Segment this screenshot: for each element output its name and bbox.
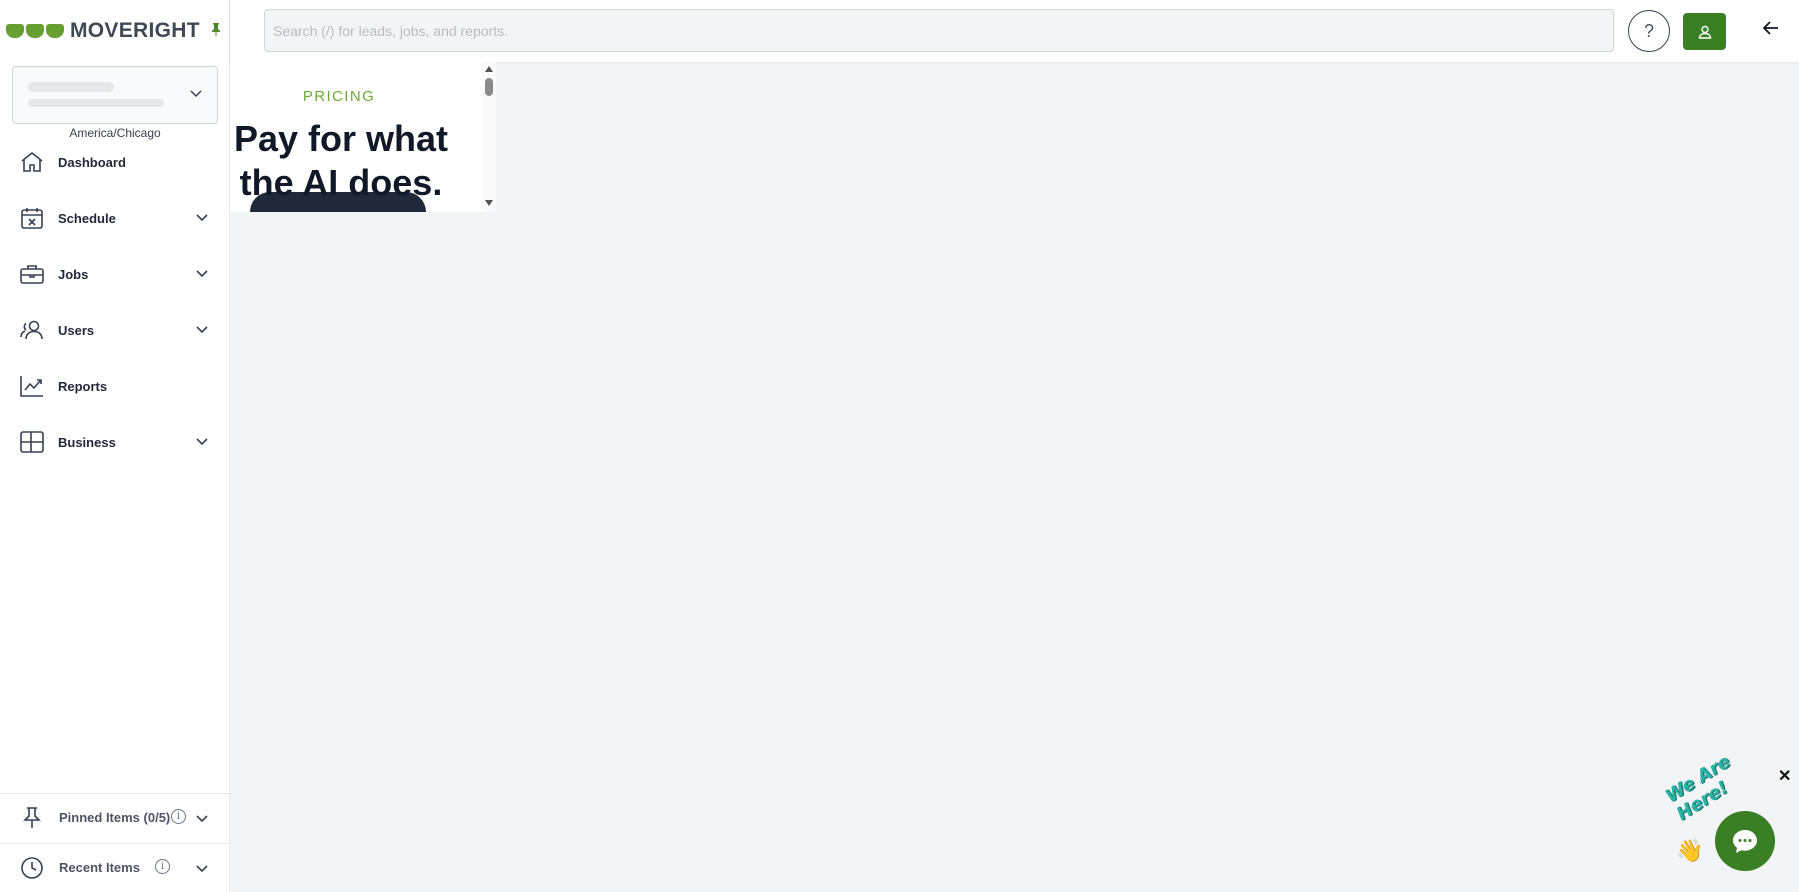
chat-bubble-icon bbox=[1733, 830, 1757, 853]
pin-sidebar-icon[interactable] bbox=[210, 22, 222, 39]
chevron-down-icon[interactable] bbox=[195, 436, 209, 448]
help-button[interactable]: ? bbox=[1628, 10, 1670, 52]
users-icon bbox=[20, 320, 43, 340]
chart-line-icon bbox=[20, 376, 43, 397]
recent-items-section[interactable]: Recent Items i bbox=[0, 843, 230, 891]
chevron-down-icon[interactable] bbox=[195, 813, 209, 825]
company-detail-placeholder bbox=[28, 99, 164, 107]
user-profile-button[interactable] bbox=[1683, 13, 1726, 50]
user-icon bbox=[1698, 25, 1711, 39]
grid-icon bbox=[20, 431, 44, 453]
pricing-embed-frame[interactable]: PRICING Pay for what the AI does. bbox=[230, 62, 496, 212]
chevron-down-icon[interactable] bbox=[195, 863, 209, 875]
top-bar: ? bbox=[230, 0, 1799, 62]
waving-hand-icon: 👋 bbox=[1676, 838, 1704, 863]
sidebar-item-reports[interactable]: Reports bbox=[0, 364, 230, 408]
sidebar-item-label: Schedule bbox=[58, 210, 116, 226]
chat-badge-text[interactable]: We Are Here! bbox=[1662, 728, 1782, 825]
sidebar-item-jobs[interactable]: Jobs bbox=[0, 252, 230, 296]
pricing-eyebrow: PRICING bbox=[302, 88, 376, 105]
company-name-placeholder bbox=[28, 82, 114, 92]
pinned-items-label: Pinned Items (0/5) bbox=[59, 810, 171, 825]
info-icon[interactable]: i bbox=[155, 859, 170, 874]
sidebar-item-label: Users bbox=[58, 322, 95, 338]
sidebar-item-label: Jobs bbox=[58, 266, 89, 282]
truck-logo-icon bbox=[6, 24, 64, 38]
chat-launcher-button[interactable] bbox=[1715, 811, 1775, 871]
briefcase-icon bbox=[20, 265, 44, 284]
calendar-x-icon bbox=[21, 208, 43, 229]
chat-close-icon[interactable]: ✕ bbox=[1778, 766, 1791, 786]
chevron-down-icon[interactable] bbox=[195, 212, 209, 224]
chevron-down-icon[interactable] bbox=[195, 268, 209, 280]
moveright-logo[interactable]: MOVERIGHT bbox=[6, 18, 200, 44]
embed-scrollbar[interactable] bbox=[482, 62, 496, 212]
timezone-label: America/Chicago bbox=[69, 126, 161, 140]
pinned-items-section[interactable]: Pinned Items (0/5) i bbox=[0, 793, 230, 841]
brand-name: MOVERIGHT bbox=[70, 19, 200, 42]
sidebar-item-schedule[interactable]: Schedule bbox=[0, 196, 230, 240]
home-icon bbox=[21, 151, 43, 172]
sidebar-item-label: Reports bbox=[58, 378, 108, 394]
scroll-thumb[interactable] bbox=[485, 78, 493, 96]
info-icon[interactable]: i bbox=[171, 809, 186, 824]
chevron-down-icon[interactable] bbox=[195, 324, 209, 336]
recent-items-label: Recent Items bbox=[59, 860, 140, 875]
sidebar-item-business[interactable]: Business bbox=[0, 420, 230, 464]
scroll-down-arrow-icon[interactable] bbox=[485, 200, 493, 206]
arrow-left-icon[interactable] bbox=[1762, 20, 1780, 36]
scroll-up-arrow-icon[interactable] bbox=[485, 66, 493, 72]
company-selector[interactable] bbox=[12, 66, 218, 124]
chevron-down-icon bbox=[190, 90, 202, 98]
pricing-headline: Pay for what the AI does. bbox=[233, 118, 449, 203]
sidebar: MOVERIGHT America/Chicago Dashboard Sche… bbox=[0, 0, 230, 892]
sidebar-item-label: Business bbox=[58, 434, 116, 450]
sidebar-item-dashboard[interactable]: Dashboard bbox=[0, 140, 230, 184]
search-input[interactable] bbox=[264, 9, 1614, 52]
pin-icon bbox=[23, 807, 41, 828]
sidebar-item-users[interactable]: Users bbox=[0, 308, 230, 352]
sidebar-item-label: Dashboard bbox=[58, 154, 126, 170]
clock-icon bbox=[21, 857, 43, 879]
